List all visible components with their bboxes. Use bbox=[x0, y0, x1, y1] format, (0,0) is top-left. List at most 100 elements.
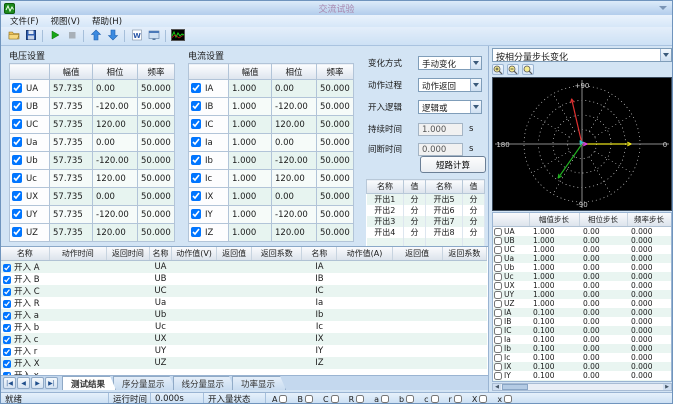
frequency-cell[interactable]: 50.000 bbox=[316, 187, 354, 206]
amplitude-cell[interactable]: 57.735 bbox=[49, 187, 93, 206]
phase-cell[interactable]: 0.00 bbox=[271, 79, 317, 98]
nav-prev-button[interactable]: ◀ bbox=[17, 377, 30, 389]
menu-item-0[interactable]: 文件(F) bbox=[4, 15, 45, 27]
frequency-step-cell[interactable]: 0.000 bbox=[627, 263, 671, 272]
amplitude-cell[interactable]: 1.000 bbox=[228, 133, 272, 152]
zoom-reset-icon[interactable] bbox=[522, 64, 534, 75]
frequency-cell[interactable]: 50.000 bbox=[137, 205, 175, 224]
frequency-cell[interactable]: 50.000 bbox=[137, 79, 175, 98]
channel-checkbox[interactable] bbox=[494, 255, 502, 263]
channel-checkbox[interactable] bbox=[494, 282, 502, 290]
input-row-checkbox[interactable] bbox=[3, 335, 11, 344]
amplitude-cell[interactable]: 57.735 bbox=[49, 79, 93, 98]
channel-checkbox[interactable] bbox=[12, 155, 22, 166]
tab-2[interactable]: 线分量显示 bbox=[173, 376, 236, 390]
amplitude-step-cell[interactable]: 0.100 bbox=[529, 326, 579, 335]
channel-checkbox[interactable] bbox=[12, 119, 22, 130]
frequency-step-cell[interactable]: 0.000 bbox=[627, 317, 671, 326]
channel-checkbox[interactable] bbox=[494, 237, 502, 245]
channel-checkbox[interactable] bbox=[494, 246, 502, 254]
phase-cell[interactable]: 0.00 bbox=[92, 133, 138, 152]
amplitude-step-cell[interactable]: 0.100 bbox=[529, 344, 579, 353]
amplitude-step-cell[interactable]: 0.100 bbox=[529, 335, 579, 344]
frequency-cell[interactable]: 50.000 bbox=[137, 223, 175, 242]
open-button[interactable] bbox=[5, 28, 22, 44]
phase-step-cell[interactable]: 0.00 bbox=[579, 308, 627, 317]
phase-cell[interactable]: 0.00 bbox=[271, 187, 317, 206]
channel-checkbox[interactable] bbox=[191, 119, 201, 130]
frequency-step-cell[interactable]: 0.000 bbox=[627, 254, 671, 263]
phase-step-cell[interactable]: 0.00 bbox=[579, 272, 627, 281]
amplitude-step-cell[interactable]: 0.100 bbox=[529, 353, 579, 362]
channel-checkbox[interactable] bbox=[12, 101, 22, 112]
scroll-left-icon[interactable]: ◀ bbox=[493, 384, 501, 390]
hold-time-input[interactable]: 1.000 bbox=[418, 122, 463, 136]
frequency-step-cell[interactable]: 0.000 bbox=[627, 371, 671, 380]
channel-checkbox[interactable] bbox=[494, 300, 502, 308]
channel-checkbox[interactable] bbox=[12, 137, 22, 148]
phase-cell[interactable]: -120.00 bbox=[271, 151, 317, 170]
phase-cell[interactable]: 0.00 bbox=[271, 133, 317, 152]
frequency-cell[interactable]: 50.000 bbox=[316, 115, 354, 134]
frequency-cell[interactable]: 50.000 bbox=[137, 169, 175, 188]
frequency-step-cell[interactable]: 0.000 bbox=[627, 308, 671, 317]
frequency-cell[interactable]: 50.000 bbox=[316, 205, 354, 224]
channel-checkbox[interactable] bbox=[494, 228, 502, 236]
amplitude-cell[interactable]: 1.000 bbox=[228, 223, 272, 242]
amplitude-step-cell[interactable]: 1.000 bbox=[529, 290, 579, 299]
amplitude-cell[interactable]: 57.735 bbox=[49, 115, 93, 134]
input-logic-select[interactable]: 逻辑或 bbox=[418, 100, 482, 114]
phase-cell[interactable]: 120.00 bbox=[92, 115, 138, 134]
amplitude-step-cell[interactable]: 1.000 bbox=[529, 236, 579, 245]
frequency-cell[interactable]: 50.000 bbox=[137, 187, 175, 206]
phase-step-cell[interactable]: 0.00 bbox=[579, 245, 627, 254]
phase-step-cell[interactable]: 0.00 bbox=[579, 254, 627, 263]
amplitude-cell[interactable]: 57.735 bbox=[49, 97, 93, 116]
amplitude-cell[interactable]: 1.000 bbox=[228, 169, 272, 188]
frequency-cell[interactable]: 50.000 bbox=[137, 115, 175, 134]
amplitude-step-cell[interactable]: 1.000 bbox=[529, 299, 579, 308]
frequency-step-cell[interactable]: 0.000 bbox=[627, 344, 671, 353]
channel-checkbox[interactable] bbox=[494, 318, 502, 326]
frequency-cell[interactable]: 50.000 bbox=[316, 97, 354, 116]
phase-cell[interactable]: 120.00 bbox=[92, 169, 138, 188]
frequency-step-cell[interactable]: 0.000 bbox=[627, 299, 671, 308]
frequency-step-cell[interactable]: 0.000 bbox=[627, 236, 671, 245]
nav-first-button[interactable]: |◀ bbox=[3, 377, 16, 389]
tab-3[interactable]: 功率显示 bbox=[232, 376, 286, 390]
amplitude-step-cell[interactable]: 0.100 bbox=[529, 380, 579, 381]
step-table-hscrollbar[interactable]: ◀ ▶ bbox=[492, 383, 672, 391]
frequency-step-cell[interactable]: 0.000 bbox=[627, 353, 671, 362]
channel-checkbox[interactable] bbox=[191, 209, 201, 220]
amplitude-cell[interactable]: 57.735 bbox=[49, 223, 93, 242]
channel-checkbox[interactable] bbox=[494, 336, 502, 344]
channel-checkbox[interactable] bbox=[12, 227, 22, 238]
channel-checkbox[interactable] bbox=[494, 345, 502, 353]
amplitude-cell[interactable]: 57.735 bbox=[49, 205, 93, 224]
phase-cell[interactable]: 120.00 bbox=[271, 115, 317, 134]
amplitude-cell[interactable]: 1.000 bbox=[228, 151, 272, 170]
frequency-step-cell[interactable]: 0.000 bbox=[627, 245, 671, 254]
frequency-cell[interactable]: 50.000 bbox=[316, 79, 354, 98]
channel-checkbox[interactable] bbox=[12, 209, 22, 220]
frequency-step-cell[interactable]: 0.000 bbox=[627, 335, 671, 344]
channel-checkbox[interactable] bbox=[494, 273, 502, 281]
save-button[interactable] bbox=[22, 28, 39, 44]
input-row-checkbox[interactable] bbox=[3, 323, 11, 332]
phase-cell[interactable]: 0.00 bbox=[92, 187, 138, 206]
phase-cell[interactable]: -120.00 bbox=[271, 205, 317, 224]
amplitude-step-cell[interactable]: 1.000 bbox=[529, 227, 579, 236]
frequency-step-cell[interactable]: 0.000 bbox=[627, 326, 671, 335]
chevron-down-icon[interactable] bbox=[470, 79, 481, 91]
amplitude-step-cell[interactable]: 1.000 bbox=[529, 272, 579, 281]
step-mode-select[interactable]: 按相分量步长变化 bbox=[492, 48, 672, 62]
channel-checkbox[interactable] bbox=[494, 372, 502, 380]
chevron-down-icon[interactable] bbox=[660, 49, 671, 61]
phase-step-cell[interactable]: 0.00 bbox=[579, 380, 627, 381]
nav-next-button[interactable]: ▶ bbox=[31, 377, 44, 389]
phase-step-cell[interactable]: 0.00 bbox=[579, 236, 627, 245]
frequency-step-cell[interactable]: 0.000 bbox=[627, 281, 671, 290]
amplitude-step-cell[interactable]: 0.100 bbox=[529, 371, 579, 380]
amplitude-cell[interactable]: 1.000 bbox=[228, 115, 272, 134]
change-mode-select[interactable]: 手动变化 bbox=[418, 56, 482, 70]
